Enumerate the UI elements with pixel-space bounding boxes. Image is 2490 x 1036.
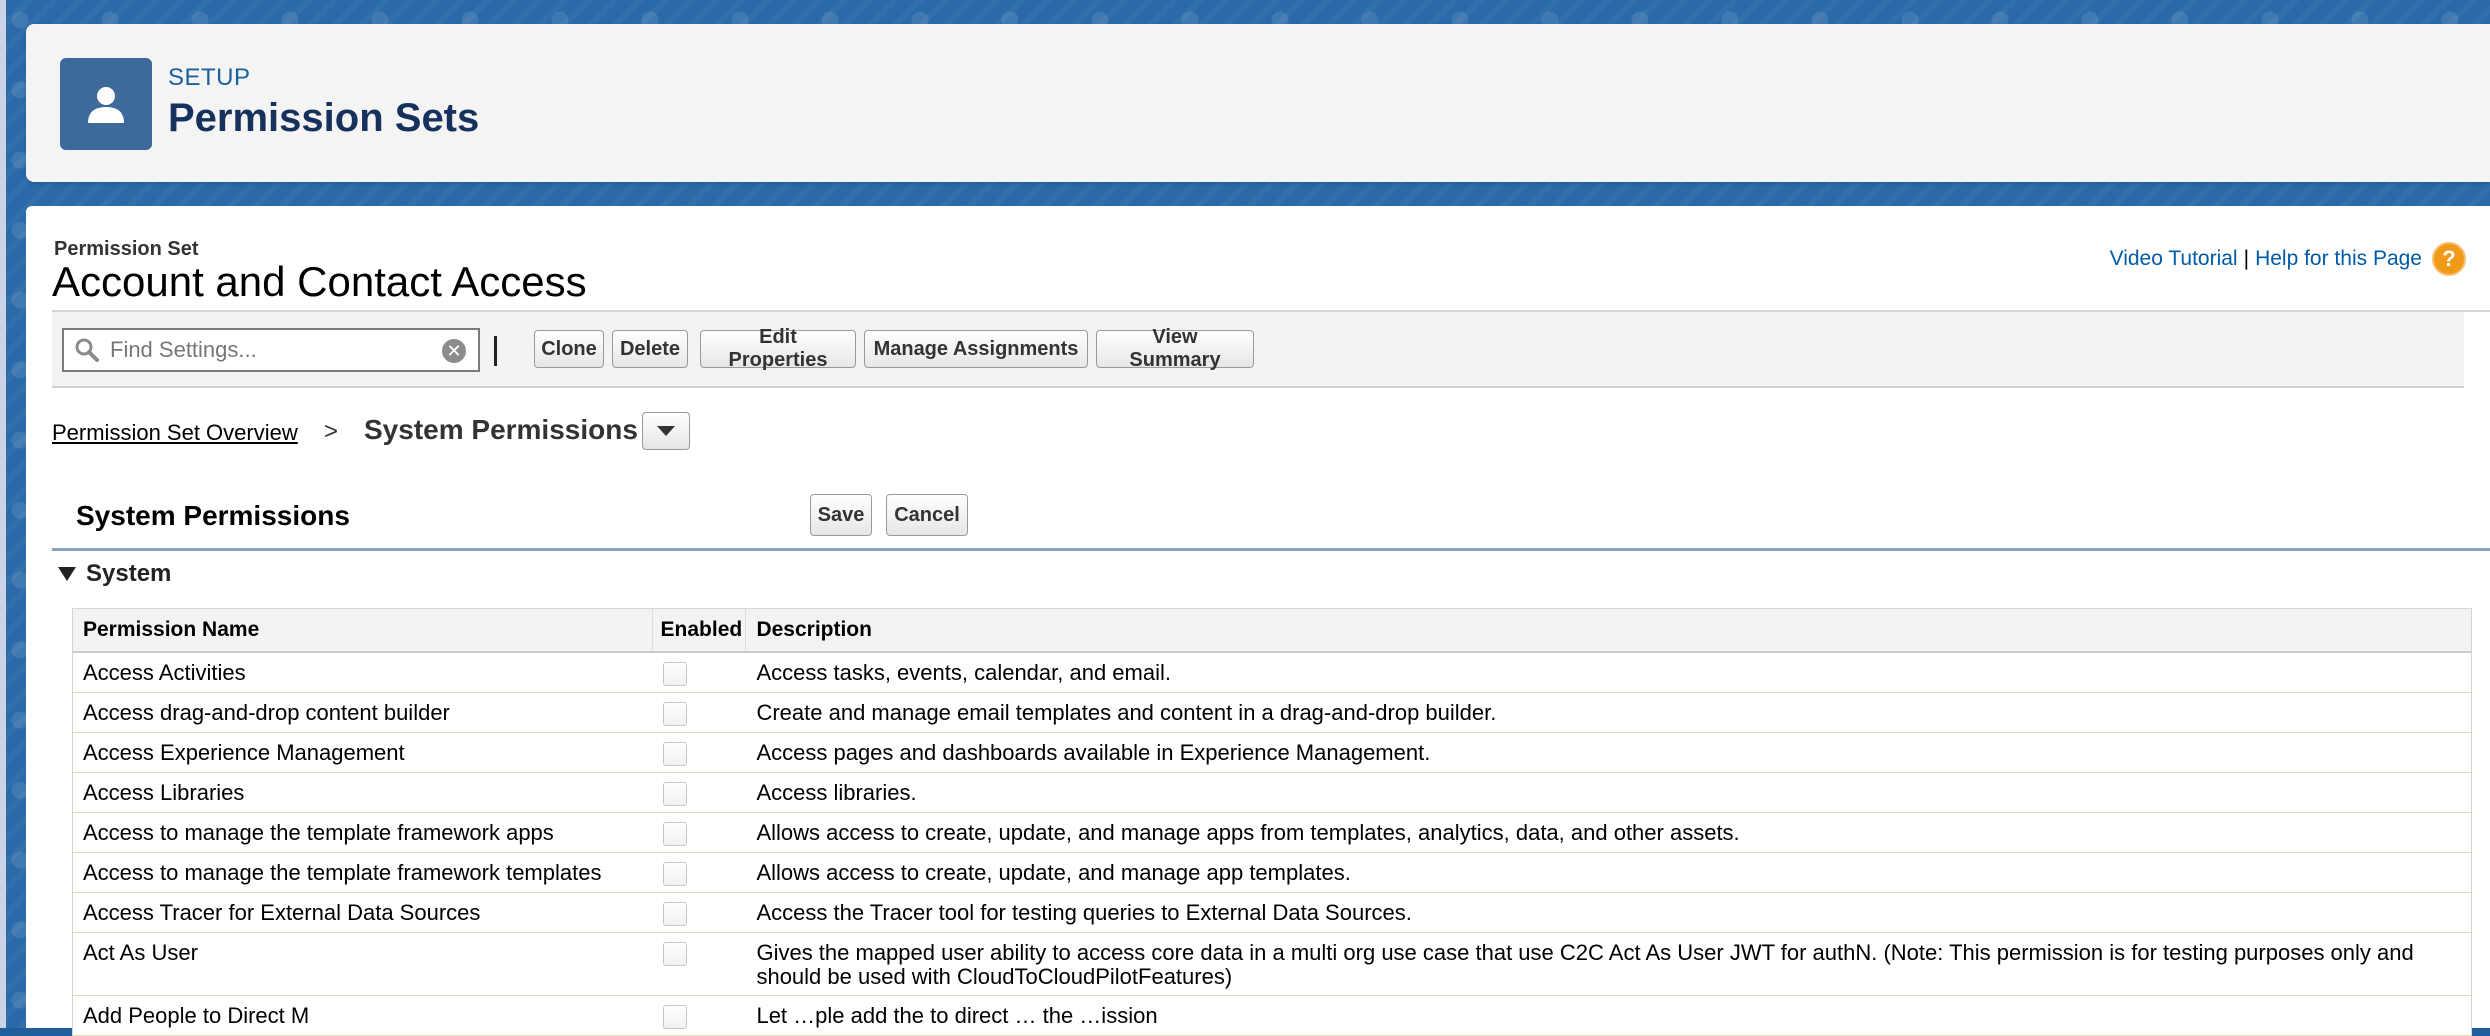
enabled-cell <box>653 773 747 812</box>
permission-description: Let …ple add the to direct … the …ission <box>756 1003 1158 1028</box>
enabled-cell <box>653 853 747 892</box>
video-tutorial-link[interactable]: Video Tutorial <box>2110 247 2238 271</box>
permission-name: Access Tracer for External Data Sources <box>83 900 481 925</box>
breadcrumb-overview-link[interactable]: Permission Set Overview <box>52 420 298 446</box>
manage-assignments-button[interactable]: Manage Assignments <box>864 330 1088 368</box>
permission-set-title: Account and Contact Access <box>52 258 587 305</box>
toolbar-separator <box>494 336 497 366</box>
magnifier-icon <box>75 338 99 362</box>
enabled-checkbox[interactable] <box>662 822 687 846</box>
table-row: Act As User Gives the mapped user abilit… <box>73 933 2471 996</box>
setup-header: SETUP Permission Sets <box>26 24 2490 182</box>
permission-name: Add People to Direct M <box>83 1003 310 1028</box>
table-row: Access Experience Management Access page… <box>73 733 2471 773</box>
section-dropdown-button[interactable] <box>642 412 690 450</box>
triangle-down-icon <box>58 567 76 581</box>
table-row: Access Activities Access tasks, events, … <box>73 653 2471 693</box>
table-row: Access drag-and-drop content builder Cre… <box>73 693 2471 733</box>
question-circle-icon[interactable]: ? <box>2432 242 2466 276</box>
permission-description: Access the Tracer tool for testing queri… <box>756 900 1412 925</box>
toolbar: ✕ Clone Delete Edit Properties Manage As… <box>52 312 2464 388</box>
column-header-description: Description <box>756 618 872 641</box>
permission-description: Access tasks, events, calendar, and emai… <box>756 660 1171 685</box>
column-header-permission-name: Permission Name <box>73 609 653 651</box>
enabled-cell <box>653 996 747 1035</box>
permission-name: Access drag-and-drop content builder <box>83 700 450 725</box>
permission-name: Access Libraries <box>83 780 245 805</box>
table-row: Access to manage the template framework … <box>73 813 2471 853</box>
enabled-cell <box>653 893 747 932</box>
table-row: Access Libraries Access libraries. <box>73 773 2471 813</box>
permission-description: Access pages and dashboards available in… <box>756 740 1431 765</box>
enabled-checkbox[interactable] <box>662 662 687 686</box>
edit-properties-button[interactable]: Edit Properties <box>700 326 856 371</box>
permission-description: Gives the mapped user ability to access … <box>756 940 2414 989</box>
page-header-title: Permission Sets <box>168 96 480 140</box>
setup-eyebrow: SETUP <box>168 64 251 91</box>
enabled-cell <box>653 693 747 732</box>
permission-name: Access Experience Management <box>83 740 405 765</box>
permission-name: Access to manage the template framework … <box>83 860 602 885</box>
clone-button[interactable]: Clone <box>534 330 604 368</box>
view-summary-button[interactable]: View Summary <box>1096 326 1254 371</box>
find-settings-search: ✕ <box>62 328 480 372</box>
clear-circle-icon[interactable]: ✕ <box>442 339 466 363</box>
enabled-checkbox[interactable] <box>662 782 687 806</box>
permission-description: Allows access to create, update, and man… <box>756 860 1351 885</box>
permission-name: Access Activities <box>83 660 246 685</box>
enabled-checkbox[interactable] <box>662 1005 687 1029</box>
link-separator: | <box>2243 247 2250 270</box>
main-panel: Permission Set Account and Contact Acces… <box>26 206 2490 1036</box>
cancel-button[interactable]: Cancel <box>886 494 968 536</box>
enabled-cell <box>653 733 747 772</box>
table-row: Add People to Direct M Let …ple add the … <box>73 996 2471 1036</box>
help-link[interactable]: Help for this Page <box>2255 247 2422 271</box>
enabled-cell <box>653 813 747 852</box>
enabled-checkbox[interactable] <box>662 942 687 966</box>
section-rule <box>52 548 2490 551</box>
permission-description: Create and manage email templates and co… <box>756 700 1497 725</box>
permission-description: Allows access to create, update, and man… <box>756 820 1740 845</box>
enabled-checkbox[interactable] <box>662 902 687 926</box>
permission-description: Access libraries. <box>756 780 917 805</box>
permission-name: Access to manage the template framework … <box>83 820 554 845</box>
column-header-enabled: Enabled <box>653 609 747 651</box>
table-header: Permission Name Enabled Description <box>73 609 2471 653</box>
breadcrumb-separator: > <box>324 418 339 445</box>
table-row: Access to manage the template framework … <box>73 853 2471 893</box>
section-title: System Permissions <box>76 500 350 531</box>
save-button[interactable]: Save <box>810 494 872 536</box>
delete-button[interactable]: Delete <box>612 330 688 368</box>
enabled-cell <box>653 653 747 692</box>
help-links: Video Tutorial | Help for this Page ? <box>2110 242 2466 276</box>
enabled-cell <box>653 933 747 995</box>
system-group-toggle[interactable]: System <box>58 560 171 588</box>
search-input[interactable] <box>108 336 432 364</box>
table-row: Access Tracer for External Data Sources … <box>73 893 2471 933</box>
enabled-checkbox[interactable] <box>662 742 687 766</box>
system-group-label: System <box>86 560 172 587</box>
chevron-down-icon <box>657 426 675 436</box>
breadcrumb-current: System Permissions <box>364 414 638 445</box>
user-icon <box>60 58 152 150</box>
left-edge <box>0 0 6 1028</box>
permissions-table: Permission Name Enabled Description Acce… <box>72 608 2472 1036</box>
permission-name: Act As User <box>83 940 198 965</box>
enabled-checkbox[interactable] <box>662 862 687 886</box>
enabled-checkbox[interactable] <box>662 702 687 726</box>
